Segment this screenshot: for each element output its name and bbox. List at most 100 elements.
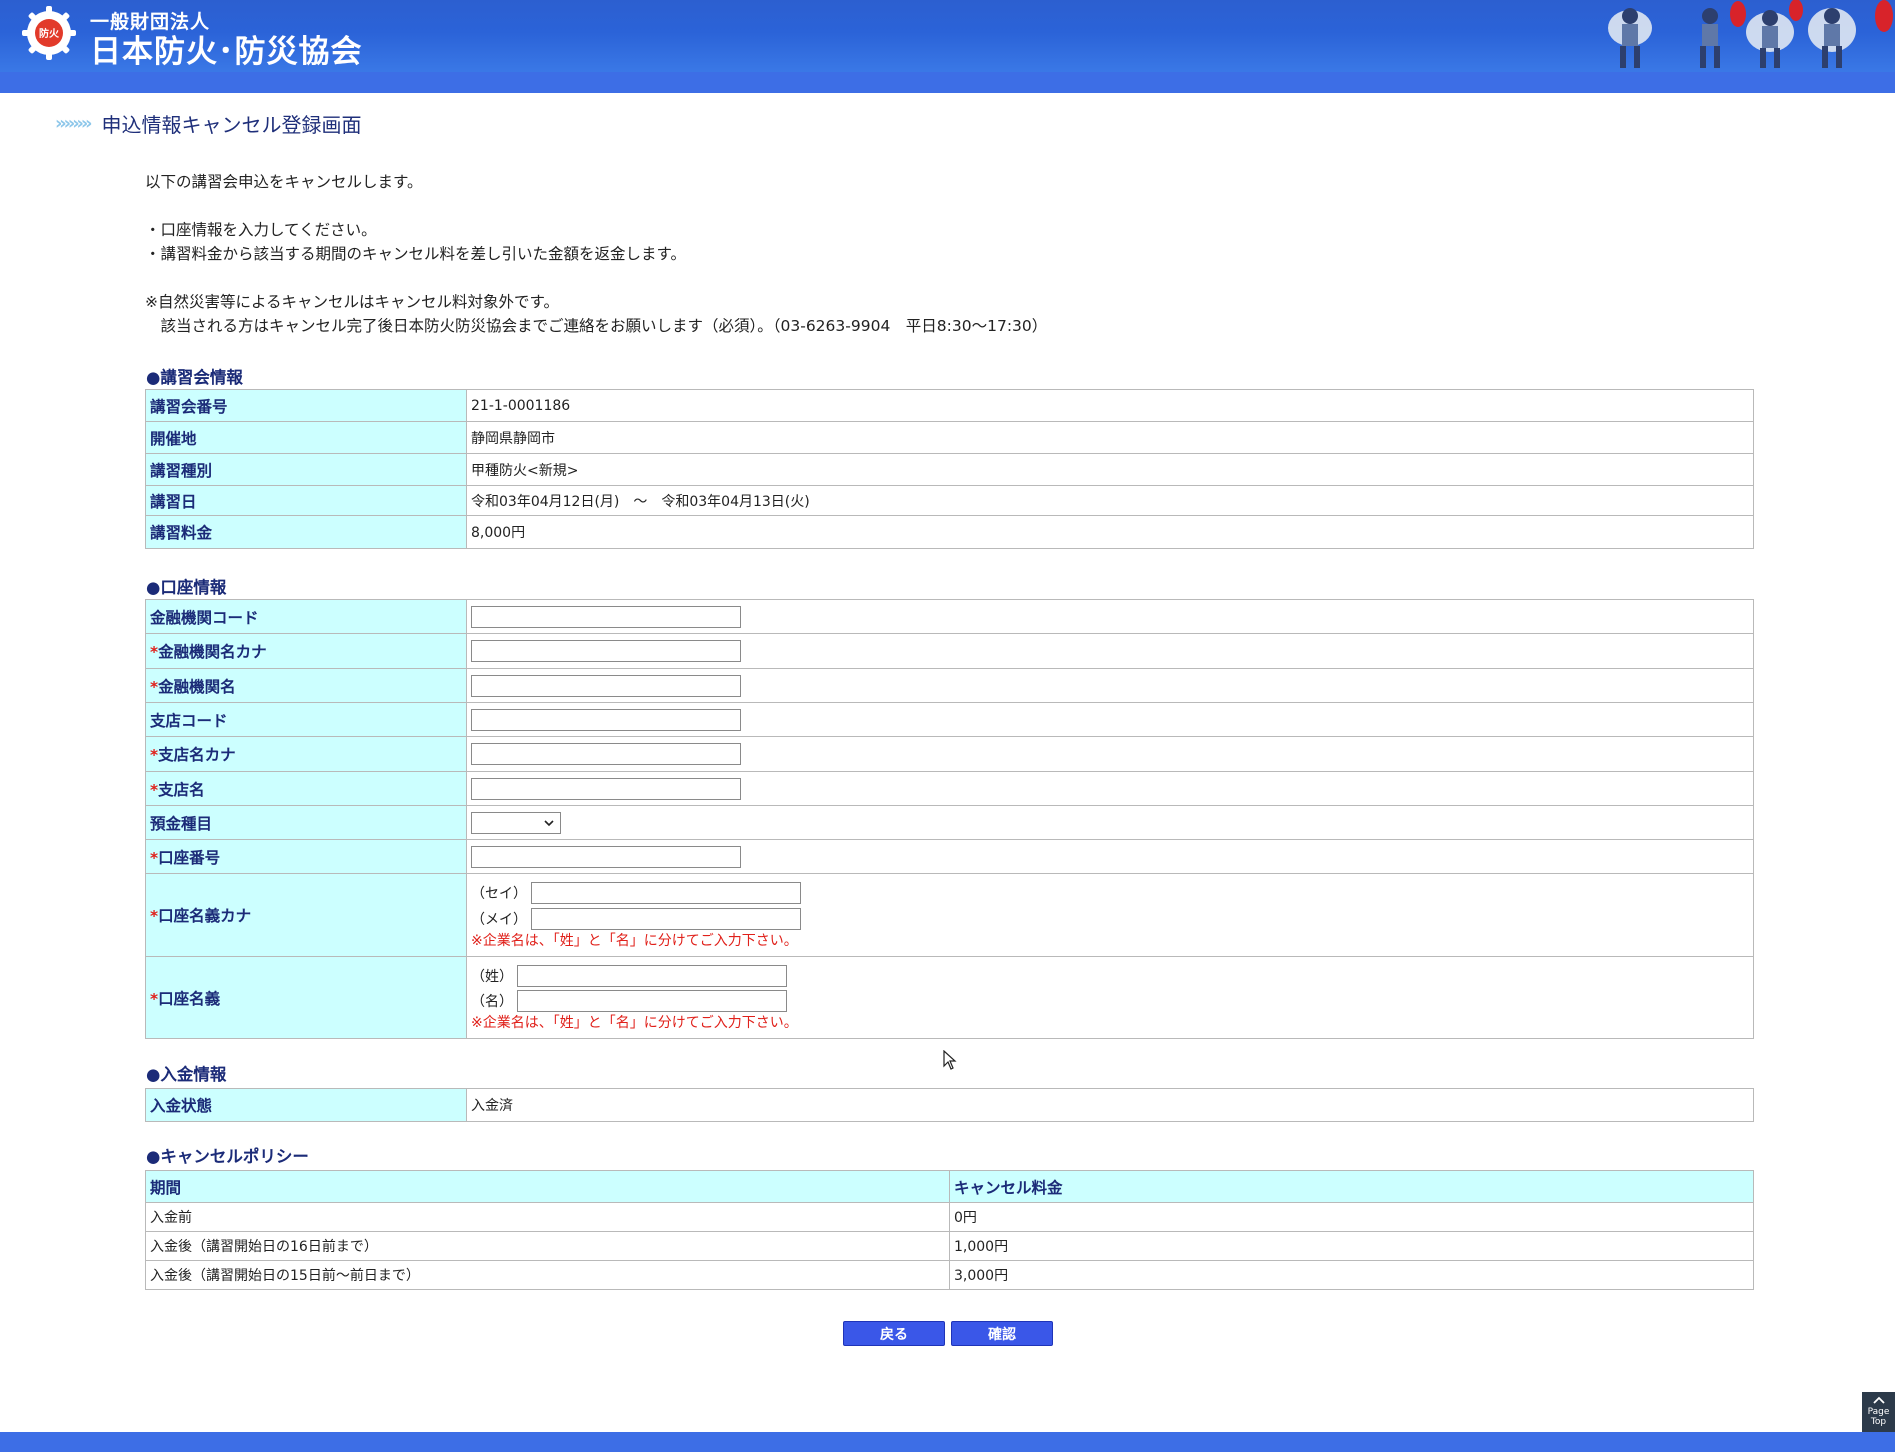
intro-note: 該当される方はキャンセル完了後日本防火防災協会までご連絡をお願いします（必須）。… (145, 317, 1048, 335)
holder-name-note: ※企業名は、「姓」と「名」に分けてご入力下さい。 (471, 1015, 798, 1031)
table-row: *支店名カナ (145, 736, 1754, 772)
account-number-label: *口座番号 (145, 839, 467, 874)
deposit-type-label: 預金種目 (145, 805, 467, 840)
branch-name-label: *支店名 (145, 771, 467, 806)
deposit-type-select[interactable] (471, 811, 561, 834)
intro-bullet: ・口座情報を入力してください。 (145, 221, 377, 239)
sei-kana-label: （セイ） (471, 886, 527, 902)
policy-fee: 3,000円 (949, 1260, 1754, 1290)
table-row: 入金前 0円 (145, 1202, 1754, 1232)
course-fee-label: 講習料金 (145, 515, 467, 549)
holder-kana-label: *口座名義カナ (145, 873, 467, 957)
table-row: *金融機関名カナ (145, 633, 1754, 669)
holder-kana-note: ※企業名は、「姓」と「名」に分けてご入力下さい。 (471, 932, 798, 949)
period-header: 期間 (145, 1170, 950, 1203)
holder-mei-kana-input[interactable] (531, 907, 801, 930)
account-number-input[interactable] (471, 845, 741, 868)
table-row: 金融機関コード (145, 599, 1754, 634)
page-top-button[interactable]: Page Top (1862, 1392, 1895, 1432)
table-row: 講習会番号 21-1-0001186 (145, 389, 1754, 422)
table-row: 支店コード (145, 702, 1754, 737)
branch-code-input[interactable] (471, 708, 741, 731)
required-mark: * (150, 780, 159, 799)
course-number-value: 21-1-0001186 (466, 389, 1754, 422)
required-mark: * (150, 989, 159, 1008)
mouse-cursor-icon (943, 1050, 957, 1070)
branch-name-input[interactable] (471, 777, 741, 800)
site-footer (0, 1432, 1895, 1452)
holder-sei-row: （姓） (471, 962, 1749, 989)
chevron-down-icon (544, 819, 554, 826)
branch-code-label: 支店コード (145, 702, 467, 737)
policy-period: 入金前 (145, 1202, 950, 1232)
venue-label: 開催地 (145, 421, 467, 454)
logo-icon: 防火 (22, 6, 76, 60)
branch-name-kana-input[interactable] (471, 743, 741, 765)
chevron-up-icon (1872, 1396, 1885, 1404)
site-header: 防火 一般財団法人 日本防火･防災協会 (0, 0, 1895, 72)
holder-kana-sei-row: （セイ） (471, 880, 1749, 907)
account-info-heading: ●口座情報 (146, 578, 227, 597)
bank-name-kana-input[interactable] (471, 640, 741, 662)
bank-name-label: *金融機関名 (145, 668, 467, 703)
required-mark: * (150, 643, 159, 661)
policy-fee: 0円 (949, 1202, 1754, 1232)
bank-name-input[interactable] (471, 674, 741, 697)
header-stripe (0, 72, 1895, 93)
intro-note: ※自然災害等によるキャンセルはキャンセル料対象外です。 (145, 293, 559, 311)
policy-period: 入金後（講習開始日の16日前まで） (145, 1231, 950, 1261)
table-row: 入金後（講習開始日の15日前～前日まで） 3,000円 (145, 1260, 1754, 1290)
page-title-row: »»»» 申込情報キャンセル登録画面 (55, 108, 362, 138)
table-row: *口座名義カナ （セイ） （メイ） ※企業名は、「姓」と「名」に分けてご入力下さ… (145, 873, 1754, 957)
policy-period: 入金後（講習開始日の15日前～前日まで） (145, 1260, 950, 1290)
intro-line: 以下の講習会申込をキャンセルします。 (145, 173, 423, 191)
bank-name-kana-label: *金融機関名カナ (145, 633, 467, 669)
table-row: 入金状態 入金済 (145, 1088, 1754, 1122)
mascot-illustration-icon (1608, 0, 1893, 68)
page-title: 申込情報キャンセル登録画面 (101, 112, 362, 137)
table-row: 講習日 令和03年04月12日(月) ～ 令和03年04月13日(火) (145, 485, 1754, 516)
venue-value: 静岡県静岡市 (466, 421, 1754, 454)
title-arrows-icon: »»»» (55, 112, 92, 134)
page-top-label: Page (1867, 1407, 1890, 1417)
bank-code-label: 金融機関コード (145, 599, 467, 634)
account-info-table: 金融機関コード *金融機関名カナ *金融機関名 支店コード *支店名カナ *支店… (145, 599, 1754, 1039)
required-mark: * (150, 848, 159, 867)
course-info-table: 講習会番号 21-1-0001186 開催地 静岡県静岡市 講習種別 甲種防火<… (145, 389, 1754, 549)
cancel-policy-table: 期間 キャンセル料金 入金前 0円 入金後（講習開始日の16日前まで） 1,00… (145, 1170, 1754, 1290)
course-date-value: 令和03年04月12日(月) ～ 令和03年04月13日(火) (466, 485, 1754, 516)
payment-info-heading: ●入金情報 (146, 1065, 227, 1084)
holder-name-label: *口座名義 (145, 956, 467, 1039)
required-mark: * (150, 907, 159, 925)
table-row: 入金後（講習開始日の16日前まで） 1,000円 (145, 1231, 1754, 1261)
table-row: 講習種別 甲種防火<新規> (145, 453, 1754, 486)
table-row: 預金種目 (145, 805, 1754, 840)
table-row: *口座番号 (145, 839, 1754, 874)
course-info-heading: ●講習会情報 (146, 368, 243, 387)
confirm-button[interactable]: 確認 (951, 1321, 1053, 1346)
course-date-label: 講習日 (145, 485, 467, 516)
mei-kana-label: （メイ） (471, 911, 527, 928)
cancel-policy-heading: ●キャンセルポリシー (146, 1147, 309, 1166)
course-fee-value: 8,000円 (466, 515, 1754, 549)
payment-status-value: 入金済 (466, 1088, 1754, 1122)
policy-fee: 1,000円 (949, 1231, 1754, 1261)
table-row: *口座名義 （姓） （名） ※企業名は、「姓」と「名」に分けてご入力下さい。 (145, 956, 1754, 1039)
table-row: *支店名 (145, 771, 1754, 806)
holder-mei-input[interactable] (517, 990, 787, 1012)
bank-code-input[interactable] (471, 605, 741, 628)
page-top-label: Top (1870, 1417, 1887, 1427)
intro-bullet: ・講習料金から該当する期間のキャンセル料を差し引いた金額を返金します。 (145, 245, 686, 263)
payment-status-label: 入金状態 (145, 1088, 467, 1122)
back-button[interactable]: 戻る (843, 1321, 945, 1346)
holder-sei-input[interactable] (517, 964, 787, 987)
holder-kana-mei-row: （メイ） (471, 907, 1749, 931)
sei-label: （姓） (471, 968, 513, 985)
payment-info-table: 入金状態 入金済 (145, 1088, 1754, 1122)
required-mark: * (150, 746, 159, 764)
table-row: 講習料金 8,000円 (145, 515, 1754, 549)
holder-mei-row: （名） (471, 989, 1749, 1013)
course-type-value: 甲種防火<新規> (466, 453, 1754, 486)
holder-sei-kana-input[interactable] (531, 882, 801, 904)
course-type-label: 講習種別 (145, 453, 467, 486)
